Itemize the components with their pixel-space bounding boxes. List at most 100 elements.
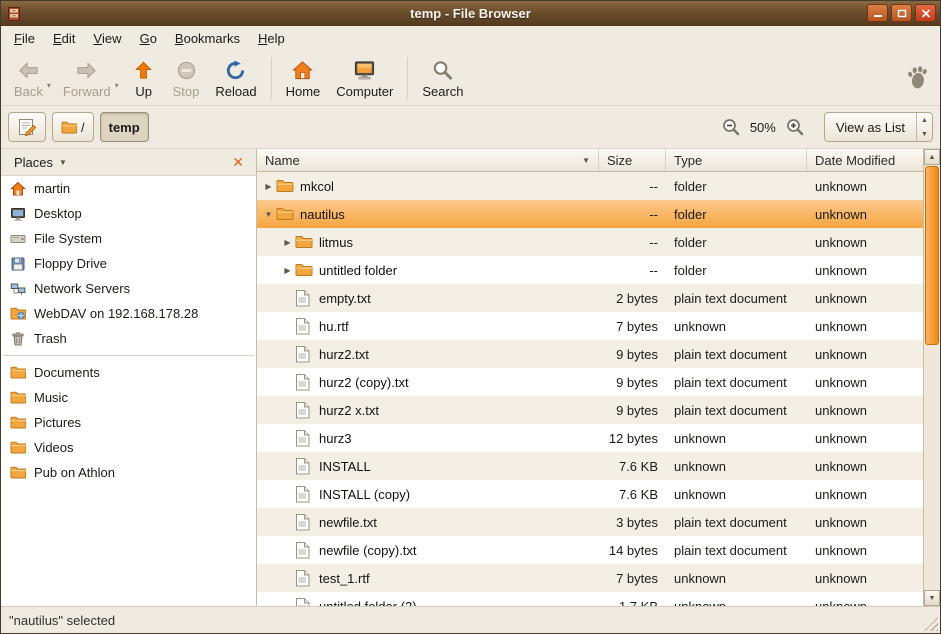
- file-name: hurz2 (copy).txt: [319, 375, 409, 390]
- file-type: unknown: [666, 564, 807, 592]
- folder-icon: [295, 263, 316, 277]
- menu-go[interactable]: Go: [131, 26, 166, 51]
- file-type: folder: [666, 172, 807, 200]
- homeplace-icon: [10, 181, 26, 197]
- toolbar-separator: [407, 57, 408, 99]
- file-row-test-1-rtf[interactable]: test_1.rtf7 bytesunknownunknown: [257, 564, 923, 592]
- sidebar-item-videos[interactable]: Videos: [1, 435, 256, 460]
- sidebar-item-desktop[interactable]: Desktop: [1, 201, 256, 226]
- home-button[interactable]: Home: [278, 55, 329, 102]
- search-button[interactable]: Search: [414, 55, 471, 102]
- file-icon: [295, 402, 316, 419]
- expander-collapsed-icon[interactable]: ▶: [280, 238, 295, 247]
- sidebar-item-documents[interactable]: Documents: [1, 360, 256, 385]
- file-row-hurz2-copy-txt[interactable]: hurz2 (copy).txt9 bytesplain text docume…: [257, 368, 923, 396]
- file-row-install[interactable]: INSTALL7.6 KBunknownunknown: [257, 452, 923, 480]
- scrollbar-track[interactable]: [924, 165, 940, 590]
- home-icon: [291, 58, 314, 83]
- expander-expanded-icon[interactable]: ▼: [261, 210, 276, 219]
- view-as-spinner[interactable]: ▲▼: [916, 113, 932, 141]
- window-icon: [6, 5, 23, 22]
- maximize-button[interactable]: [891, 4, 912, 22]
- file-name: mkcol: [300, 179, 334, 194]
- file-row-untitled-folder-2[interactable]: untitled folder (2)1.7 KBunknownunknown: [257, 592, 923, 606]
- sidebar-item-floppy-drive[interactable]: Floppy Drive: [1, 251, 256, 276]
- file-size: 7 bytes: [599, 564, 666, 592]
- sidebar-item-martin[interactable]: martin: [1, 176, 256, 201]
- sidebar-item-file-system[interactable]: File System: [1, 226, 256, 251]
- trash-icon: [10, 331, 26, 347]
- back-button[interactable]: Back: [6, 55, 51, 102]
- sidebar-item-network-servers[interactable]: Network Servers: [1, 276, 256, 301]
- menu-bookmarks[interactable]: Bookmarks: [166, 26, 249, 51]
- view-as-combo[interactable]: View as List ▲▼: [824, 112, 933, 142]
- resize-grip[interactable]: [924, 617, 938, 631]
- file-row-install-copy[interactable]: INSTALL (copy)7.6 KBunknownunknown: [257, 480, 923, 508]
- sidebar-item-pictures[interactable]: Pictures: [1, 410, 256, 435]
- sidebar-item-trash[interactable]: Trash: [1, 326, 256, 351]
- column-header-date-modified[interactable]: Date Modified: [807, 149, 923, 171]
- file-rows: ▶mkcol--folderunknown▼nautilus--folderun…: [257, 172, 923, 606]
- reload-button[interactable]: Reload: [207, 55, 264, 102]
- scrollbar-thumb[interactable]: [925, 166, 939, 345]
- toolbar: Back▾Forward▾UpStopReloadHomeComputerSea…: [1, 51, 940, 106]
- menu-view[interactable]: View: [84, 26, 130, 51]
- file-size: 9 bytes: [599, 396, 666, 424]
- file-type: unknown: [666, 424, 807, 452]
- zoom-out-button[interactable]: [718, 114, 744, 140]
- file-row-newfile-txt[interactable]: newfile.txt3 bytesplain text documentunk…: [257, 508, 923, 536]
- computer-button[interactable]: Computer: [328, 55, 401, 102]
- column-header-type[interactable]: Type: [666, 149, 807, 171]
- sidebar-item-pub-on-athlon[interactable]: Pub on Athlon: [1, 460, 256, 485]
- file-icon: [295, 542, 316, 559]
- column-header-size[interactable]: Size: [599, 149, 666, 171]
- file-row-empty-txt[interactable]: empty.txt2 bytesplain text documentunkno…: [257, 284, 923, 312]
- file-row-untitled-folder[interactable]: ▶untitled folder--folderunknown: [257, 256, 923, 284]
- file-browser-window: temp - File Browser FileEditViewGoBookma…: [0, 0, 941, 634]
- sidebar-item-music[interactable]: Music: [1, 385, 256, 410]
- forward-button[interactable]: Forward: [55, 55, 119, 102]
- menu-help[interactable]: Help: [249, 26, 294, 51]
- file-row-litmus[interactable]: ▶litmus--folderunknown: [257, 228, 923, 256]
- places-selector[interactable]: Places ▼: [7, 153, 74, 172]
- back-history-dropdown[interactable]: ▾: [47, 67, 55, 90]
- path-root-button[interactable]: /: [52, 112, 94, 142]
- file-row-mkcol[interactable]: ▶mkcol--folderunknown: [257, 172, 923, 200]
- expander-collapsed-icon[interactable]: ▶: [280, 266, 295, 275]
- forward-history-dropdown[interactable]: ▾: [115, 67, 123, 90]
- scroll-up-button[interactable]: ▲: [924, 149, 940, 165]
- titlebar[interactable]: temp - File Browser: [1, 1, 940, 26]
- column-header-name[interactable]: Name▼: [257, 149, 599, 171]
- sidebar-close-button[interactable]: ✕: [226, 153, 250, 172]
- sidebar-item-webdav-on-192-168-178-28[interactable]: WebDAV on 192.168.178.28: [1, 301, 256, 326]
- file-date-modified: unknown: [807, 396, 923, 424]
- name-cell: hurz2.txt: [257, 340, 599, 368]
- tool-label: Home: [286, 84, 321, 99]
- zoom-in-button[interactable]: [782, 114, 808, 140]
- file-row-hurz3[interactable]: hurz312 bytesunknownunknown: [257, 424, 923, 452]
- file-row-newfile-copy-txt[interactable]: newfile (copy).txt14 bytesplain text doc…: [257, 536, 923, 564]
- name-cell: test_1.rtf: [257, 564, 599, 592]
- zoom-level-indicator[interactable]: 50%: [747, 120, 779, 135]
- file-row-nautilus[interactable]: ▼nautilus--folderunknown: [257, 200, 923, 228]
- expander-collapsed-icon[interactable]: ▶: [261, 182, 276, 191]
- path-current-button[interactable]: temp: [100, 112, 149, 142]
- sidebar-item-label: Pub on Athlon: [34, 465, 115, 480]
- close-button[interactable]: [915, 4, 936, 22]
- minimize-button[interactable]: [867, 4, 888, 22]
- up-button[interactable]: Up: [123, 55, 165, 102]
- sidebar-item-label: Trash: [34, 331, 67, 346]
- tool-label: Stop: [173, 84, 200, 99]
- file-name: hurz2.txt: [319, 347, 369, 362]
- menu-edit[interactable]: Edit: [44, 26, 84, 51]
- file-type: plain text document: [666, 536, 807, 564]
- folder16-icon: [10, 366, 26, 379]
- menu-file[interactable]: File: [5, 26, 44, 51]
- file-row-hurz2-txt[interactable]: hurz2.txt9 bytesplain text documentunkno…: [257, 340, 923, 368]
- network-icon: [10, 281, 26, 297]
- scroll-down-button[interactable]: ▼: [924, 590, 940, 606]
- file-row-hu-rtf[interactable]: hu.rtf7 bytesunknownunknown: [257, 312, 923, 340]
- edit-location-toggle[interactable]: [8, 112, 46, 142]
- stop-button[interactable]: Stop: [165, 55, 208, 102]
- file-row-hurz2-x-txt[interactable]: hurz2 x.txt9 bytesplain text documentunk…: [257, 396, 923, 424]
